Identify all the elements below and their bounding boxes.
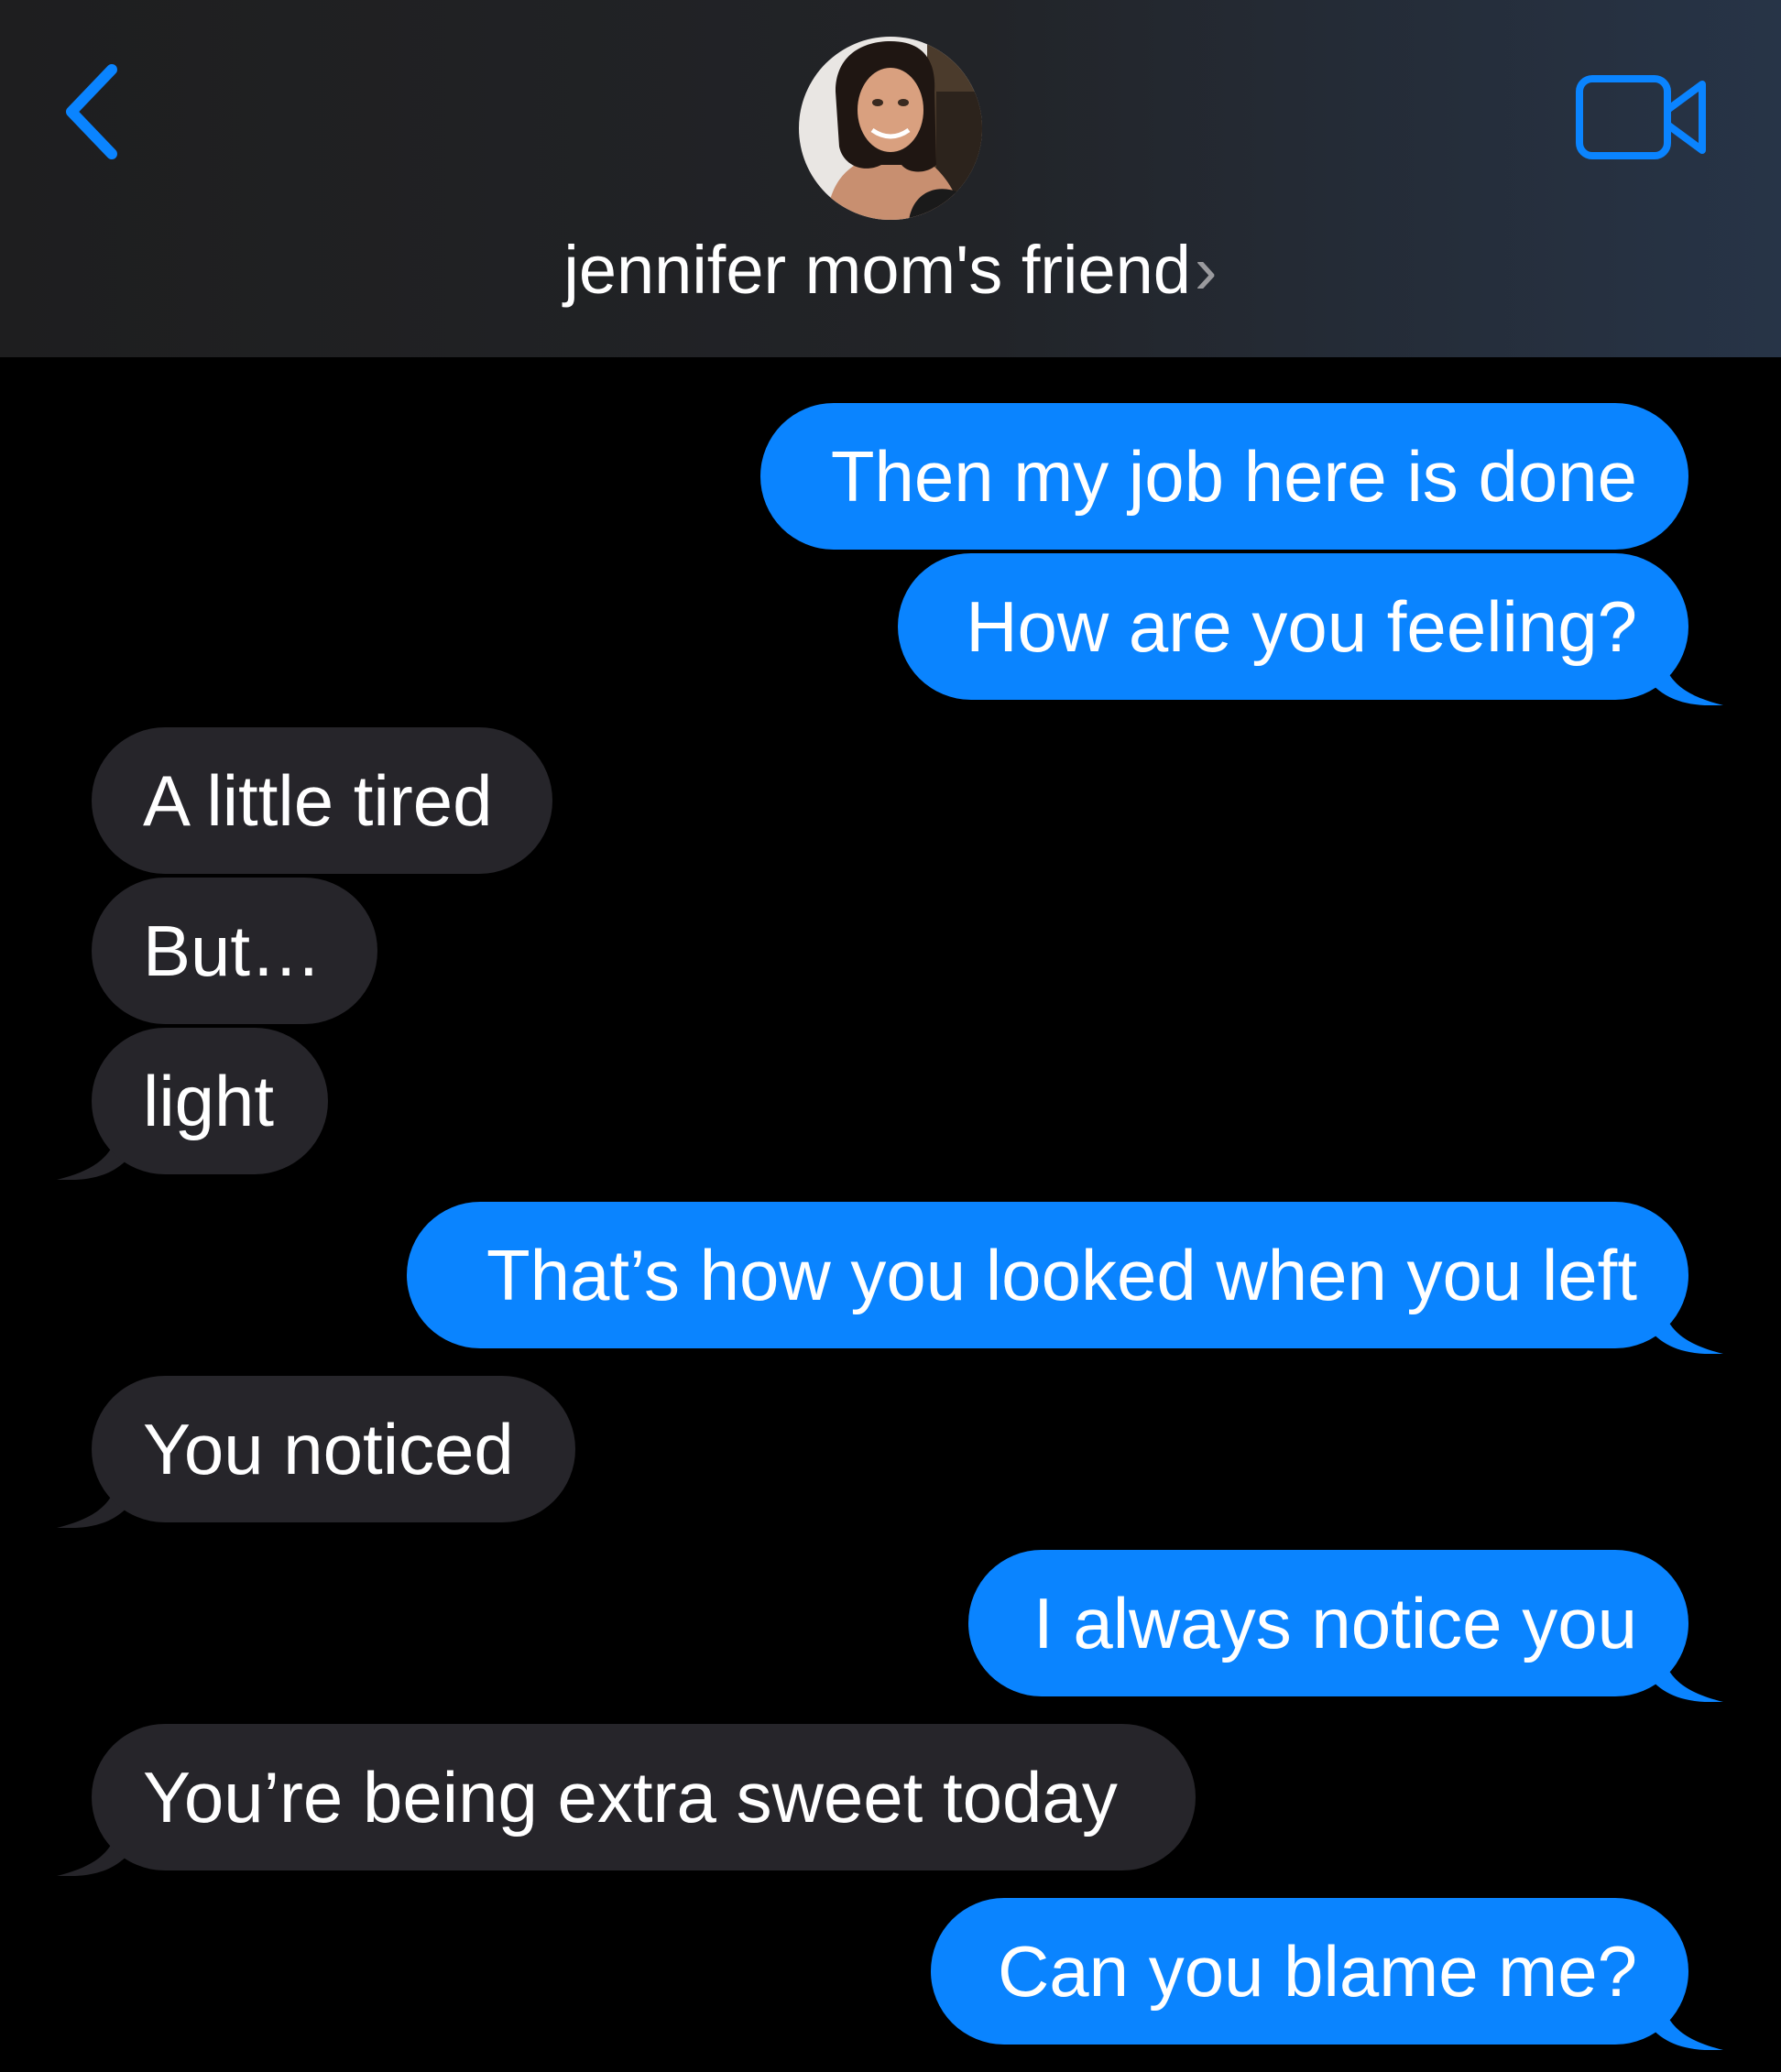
- message-bubble-received[interactable]: You’re being extra sweet today: [57, 1724, 1196, 1876]
- message-bubble-sent[interactable]: Then my job here is done: [760, 403, 1688, 550]
- message-bubble-sent[interactable]: How are you feeling?: [898, 553, 1723, 705]
- video-camera-icon: [1576, 75, 1706, 159]
- message-bubble-sent[interactable]: I always notice you: [968, 1550, 1723, 1702]
- back-button[interactable]: [55, 57, 137, 167]
- message-bubble-sent[interactable]: That’s how you looked when you left: [407, 1202, 1723, 1354]
- message-bubble-received[interactable]: But…: [92, 878, 377, 1024]
- message-text: Can you blame me?: [997, 1931, 1637, 2012]
- message-text: I always notice you: [1033, 1583, 1637, 1663]
- message-text: You’re being extra sweet today: [143, 1757, 1118, 1838]
- chevron-left-icon: [66, 64, 117, 159]
- message-text: light: [143, 1061, 275, 1141]
- contact-avatar[interactable]: [799, 37, 982, 220]
- message-text: That’s how you looked when you left: [486, 1235, 1637, 1315]
- message-bubble-received[interactable]: A little tired: [92, 727, 552, 874]
- message-bubble-received[interactable]: light: [57, 1028, 328, 1180]
- message-bubble-received[interactable]: You noticed: [57, 1376, 575, 1528]
- message-text: How are you feeling?: [966, 586, 1637, 667]
- chevron-right-icon: ›: [1194, 232, 1218, 308]
- avatar-photo: [799, 37, 982, 220]
- message-text: You noticed: [143, 1409, 514, 1489]
- message-text: A little tired: [143, 760, 493, 841]
- message-text: Then my job here is done: [830, 436, 1637, 517]
- message-bubble-sent[interactable]: Can you blame me?: [931, 1898, 1723, 2050]
- message-thread[interactable]: Then my job here is done How are you fee…: [0, 357, 1781, 2072]
- contact-name-button[interactable]: jennifer mom's friend›: [0, 229, 1781, 311]
- message-text: But…: [143, 911, 322, 991]
- contact-name: jennifer mom's friend: [563, 232, 1191, 308]
- facetime-video-button[interactable]: [1574, 71, 1711, 163]
- conversation-header: jennifer mom's friend›: [0, 0, 1781, 357]
